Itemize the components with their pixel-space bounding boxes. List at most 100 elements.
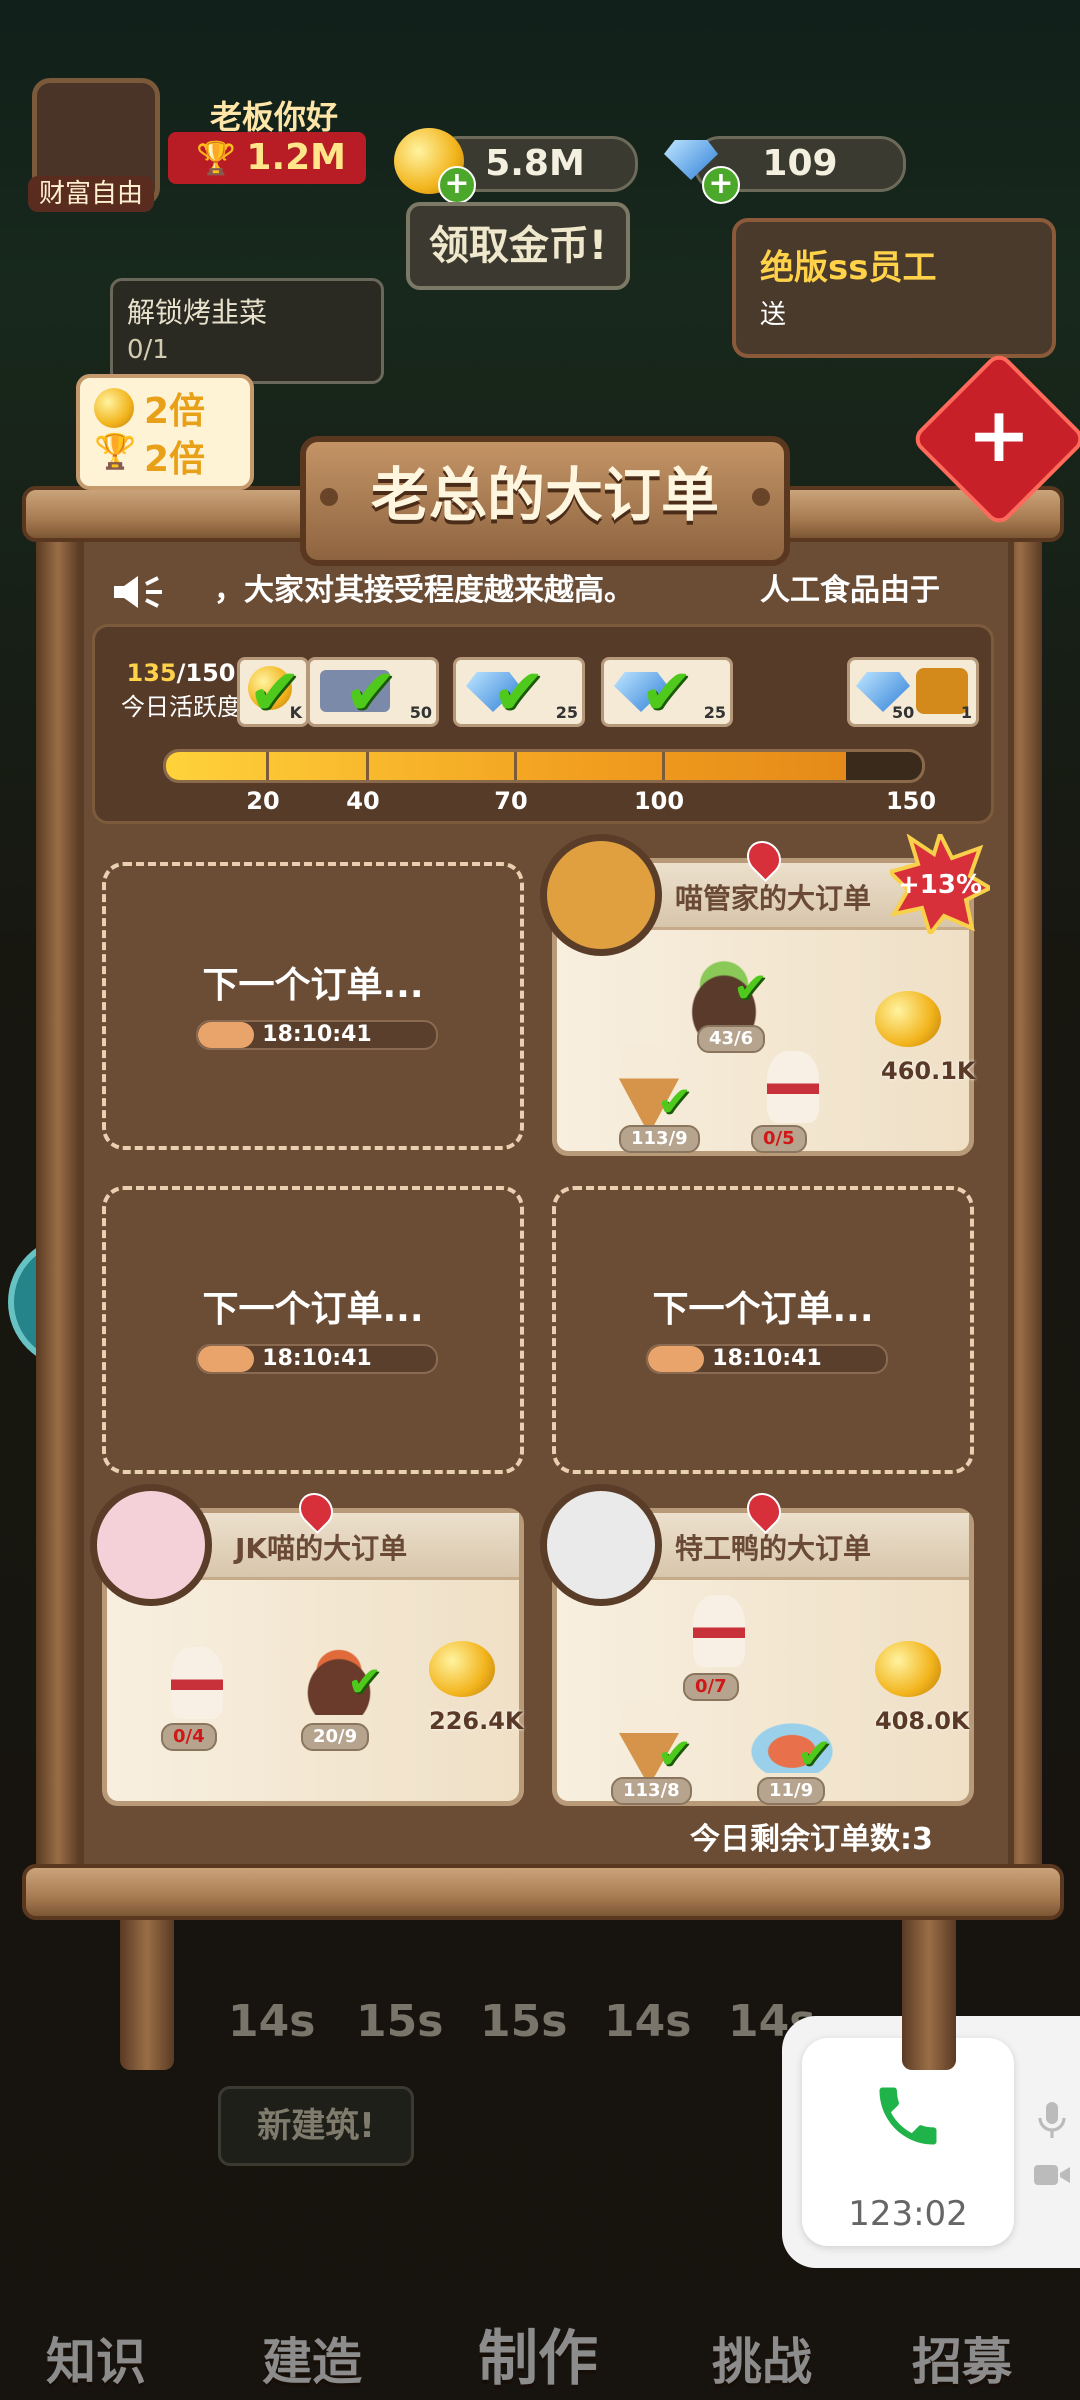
reward-badge: 1 <box>960 703 972 722</box>
activity-max: /150 <box>176 659 236 687</box>
empty-order-slot: 下一个订单... 18:10:41 <box>102 1186 524 1474</box>
activity-caption: 今日活跃度 <box>121 693 241 721</box>
phone-icon <box>879 2087 937 2145</box>
reward-chest-70[interactable]: 25 ✔ <box>453 657 585 727</box>
news-ticker: ，大家对其接受程度越来越高。 人工食品由于 <box>104 562 976 620</box>
activity-current: 135 <box>126 659 177 687</box>
trophy-value: 1.2M <box>246 137 346 178</box>
avatar-caption: 财富自由 <box>28 176 154 212</box>
news-text-left: ，大家对其接受程度越来越高。 <box>214 573 634 608</box>
milestone-label: 40 <box>346 787 380 815</box>
milestone-label: 20 <box>246 787 280 815</box>
progress-tick <box>266 752 269 780</box>
check-icon: ✔ <box>797 1729 833 1778</box>
board-bottom-rail <box>22 1864 1064 1920</box>
timer-text: 18:10:41 <box>712 1346 822 1371</box>
trophy-icon: 🏆 <box>196 139 236 177</box>
board-title: 老总的大订单 <box>300 436 790 566</box>
sundae-icon <box>693 1595 745 1667</box>
milestone-label: 100 <box>633 787 685 815</box>
timer-text: 18:10:41 <box>262 1022 372 1047</box>
unlock-task[interactable]: 解锁烤韭菜 0/1 <box>110 278 384 384</box>
coin-pile-icon <box>875 1641 941 1697</box>
reward-badge: 25 <box>703 703 726 722</box>
item-count: 113/9 <box>619 1125 700 1153</box>
order-timer: 18:10:41 <box>196 1020 438 1050</box>
progress-tick <box>366 752 369 780</box>
reward-chest-150[interactable]: 50 1 <box>847 657 979 727</box>
trophy-multiplier: 2倍 <box>144 439 206 480</box>
news-text-right: 人工食品由于 <box>760 573 940 608</box>
reward-badge: 50 <box>892 703 915 722</box>
activity-panel: 135/150 今日活跃度 K ✔ 50 ✔ 25 ✔ 25 ✔ 50 1 20… <box>92 624 994 824</box>
item-count: 113/8 <box>611 1777 692 1805</box>
butler-cat-avatar <box>540 834 662 956</box>
reward-chest-40[interactable]: 50 ✔ <box>307 657 439 727</box>
claim-coins-button[interactable]: 领取金币! <box>406 202 630 290</box>
check-icon: ✔ <box>640 656 694 730</box>
reward-badge: 50 <box>409 703 432 722</box>
check-icon: ✔ <box>344 656 398 730</box>
milestone-label: 150 <box>885 787 937 815</box>
reward-chest-20[interactable]: K ✔ <box>237 657 309 727</box>
order-name: 特工鸭的大订单 <box>675 1532 872 1565</box>
sundae-icon <box>767 1051 819 1123</box>
coin-pile-icon <box>429 1641 495 1697</box>
coin-multiplier: 2倍 <box>144 391 206 432</box>
reward-chest-100[interactable]: 25 ✔ <box>601 657 733 727</box>
add-gems-button[interactable]: + <box>702 166 740 204</box>
check-icon: ✔ <box>657 1077 693 1126</box>
item-count: 0/5 <box>751 1125 807 1153</box>
add-coins-button[interactable]: + <box>438 166 476 204</box>
item-count: 43/6 <box>697 1025 766 1053</box>
empty-order-slot: 下一个订单... 18:10:41 <box>102 862 524 1150</box>
next-order-text: 下一个订单... <box>652 1289 874 1330</box>
jk-cat-avatar <box>90 1484 212 1606</box>
coin-icon <box>94 388 134 428</box>
order-name: 喵管家的大订单 <box>675 882 872 915</box>
check-icon: ✔ <box>248 656 302 730</box>
check-icon: ✔ <box>492 656 546 730</box>
reward-badge: 25 <box>555 703 578 722</box>
board-post-left <box>120 1900 174 2070</box>
microphone-icon[interactable] <box>1036 2100 1068 2140</box>
item-count: 20/9 <box>301 1723 370 1751</box>
order-timer: 18:10:41 <box>646 1344 888 1374</box>
order-reward: 460.1K <box>881 1057 976 1085</box>
unlock-task-title: 解锁烤韭菜 <box>127 296 268 329</box>
check-icon: ✔ <box>347 1657 383 1706</box>
empty-order-slot: 下一个订单... 18:10:41 <box>552 1186 974 1474</box>
promo-banner[interactable]: 绝版ss员工 送 <box>732 218 1056 358</box>
remaining-orders: 今日剩余订单数:3 <box>690 1822 933 1857</box>
multiplier-tag: 2倍 🏆 2倍 <box>76 374 254 490</box>
order-reward: 408.0K <box>875 1707 970 1735</box>
speaker-icon <box>114 576 162 608</box>
check-icon: ✔ <box>733 963 769 1012</box>
promo-subtitle: 送 <box>760 300 787 330</box>
order-reward: 226.4K <box>429 1707 524 1735</box>
item-count: 0/7 <box>683 1673 739 1701</box>
trophy-icon: 🏆 <box>94 432 137 472</box>
next-order-text: 下一个订单... <box>202 965 424 1006</box>
progress-tick <box>514 752 517 780</box>
item-count: 11/9 <box>757 1777 826 1805</box>
item-count: 0/4 <box>161 1723 217 1751</box>
progress-tick <box>662 752 665 780</box>
call-duration: 123:02 <box>848 2194 968 2234</box>
agent-duck-avatar <box>540 1484 662 1606</box>
board-post-right <box>902 1900 956 2070</box>
timer-text: 18:10:41 <box>262 1346 372 1371</box>
coin-pile-icon <box>875 991 941 1047</box>
close-icon: + <box>967 390 1031 479</box>
next-order-text: 下一个订单... <box>202 1289 424 1330</box>
video-icon[interactable] <box>1032 2160 1072 2190</box>
sundae-icon <box>171 1647 223 1719</box>
trophy-ribbon: 🏆 1.2M <box>168 132 366 184</box>
activity-label: 135/150 今日活跃度 <box>121 659 241 722</box>
order-timer: 18:10:41 <box>196 1344 438 1374</box>
check-icon: ✔ <box>657 1729 693 1778</box>
milestone-label: 70 <box>494 787 528 815</box>
order-name: JK喵的大订单 <box>235 1532 408 1565</box>
board-title-text: 老总的大订单 <box>370 461 719 529</box>
activity-progress-bar <box>163 749 925 783</box>
